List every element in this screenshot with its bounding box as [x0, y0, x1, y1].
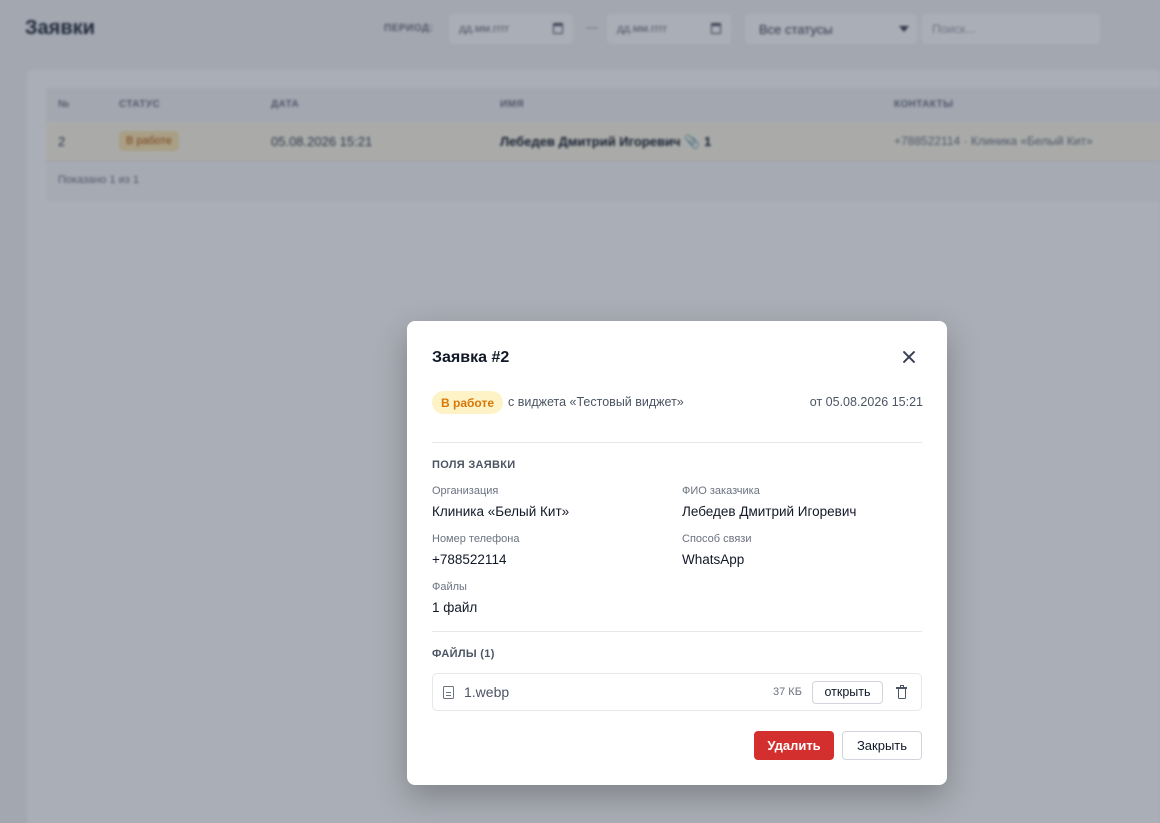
fields-section-title: ПОЛЯ ЗАЯВКИ	[432, 459, 516, 471]
file-item: 1.webp 37 КБ открыть	[432, 673, 922, 711]
files-section-title: ФАЙЛЫ (1)	[432, 648, 495, 660]
close-icon[interactable]	[899, 347, 919, 367]
divider	[432, 631, 922, 632]
divider	[432, 442, 922, 443]
field-label-contact-method: Способ связи	[682, 533, 752, 545]
file-name: 1.webp	[464, 684, 510, 700]
field-label-phone: Номер телефона	[432, 533, 520, 545]
trash-icon[interactable]	[896, 685, 907, 699]
field-value-organization: Клиника «Белый Кит»	[432, 504, 570, 519]
request-source: с виджета «Тестовый виджет»	[508, 395, 684, 409]
status-badge: В работе	[432, 391, 503, 414]
field-value-customer-name: Лебедев Дмитрий Игоревич	[682, 504, 857, 519]
file-size: 37 КБ	[773, 686, 802, 698]
modal-title: Заявка #2	[432, 349, 510, 366]
field-value-files: 1 файл	[432, 600, 478, 615]
delete-button[interactable]: Удалить	[754, 731, 834, 760]
request-modal: Заявка #2 В работе с виджета «Тестовый в…	[407, 321, 947, 785]
field-label-files: Файлы	[432, 581, 467, 593]
trash-icon-can	[897, 689, 906, 699]
field-value-phone: +788522114	[432, 552, 507, 567]
field-label-customer-name: ФИО заказчика	[682, 485, 760, 497]
file-icon	[443, 686, 454, 699]
close-button[interactable]: Закрыть	[842, 731, 922, 760]
request-date: от 05.08.2026 15:21	[809, 395, 923, 409]
field-value-contact-method: WhatsApp	[682, 552, 745, 567]
open-file-button[interactable]: открыть	[812, 681, 883, 704]
field-label-organization: Организация	[432, 485, 499, 497]
